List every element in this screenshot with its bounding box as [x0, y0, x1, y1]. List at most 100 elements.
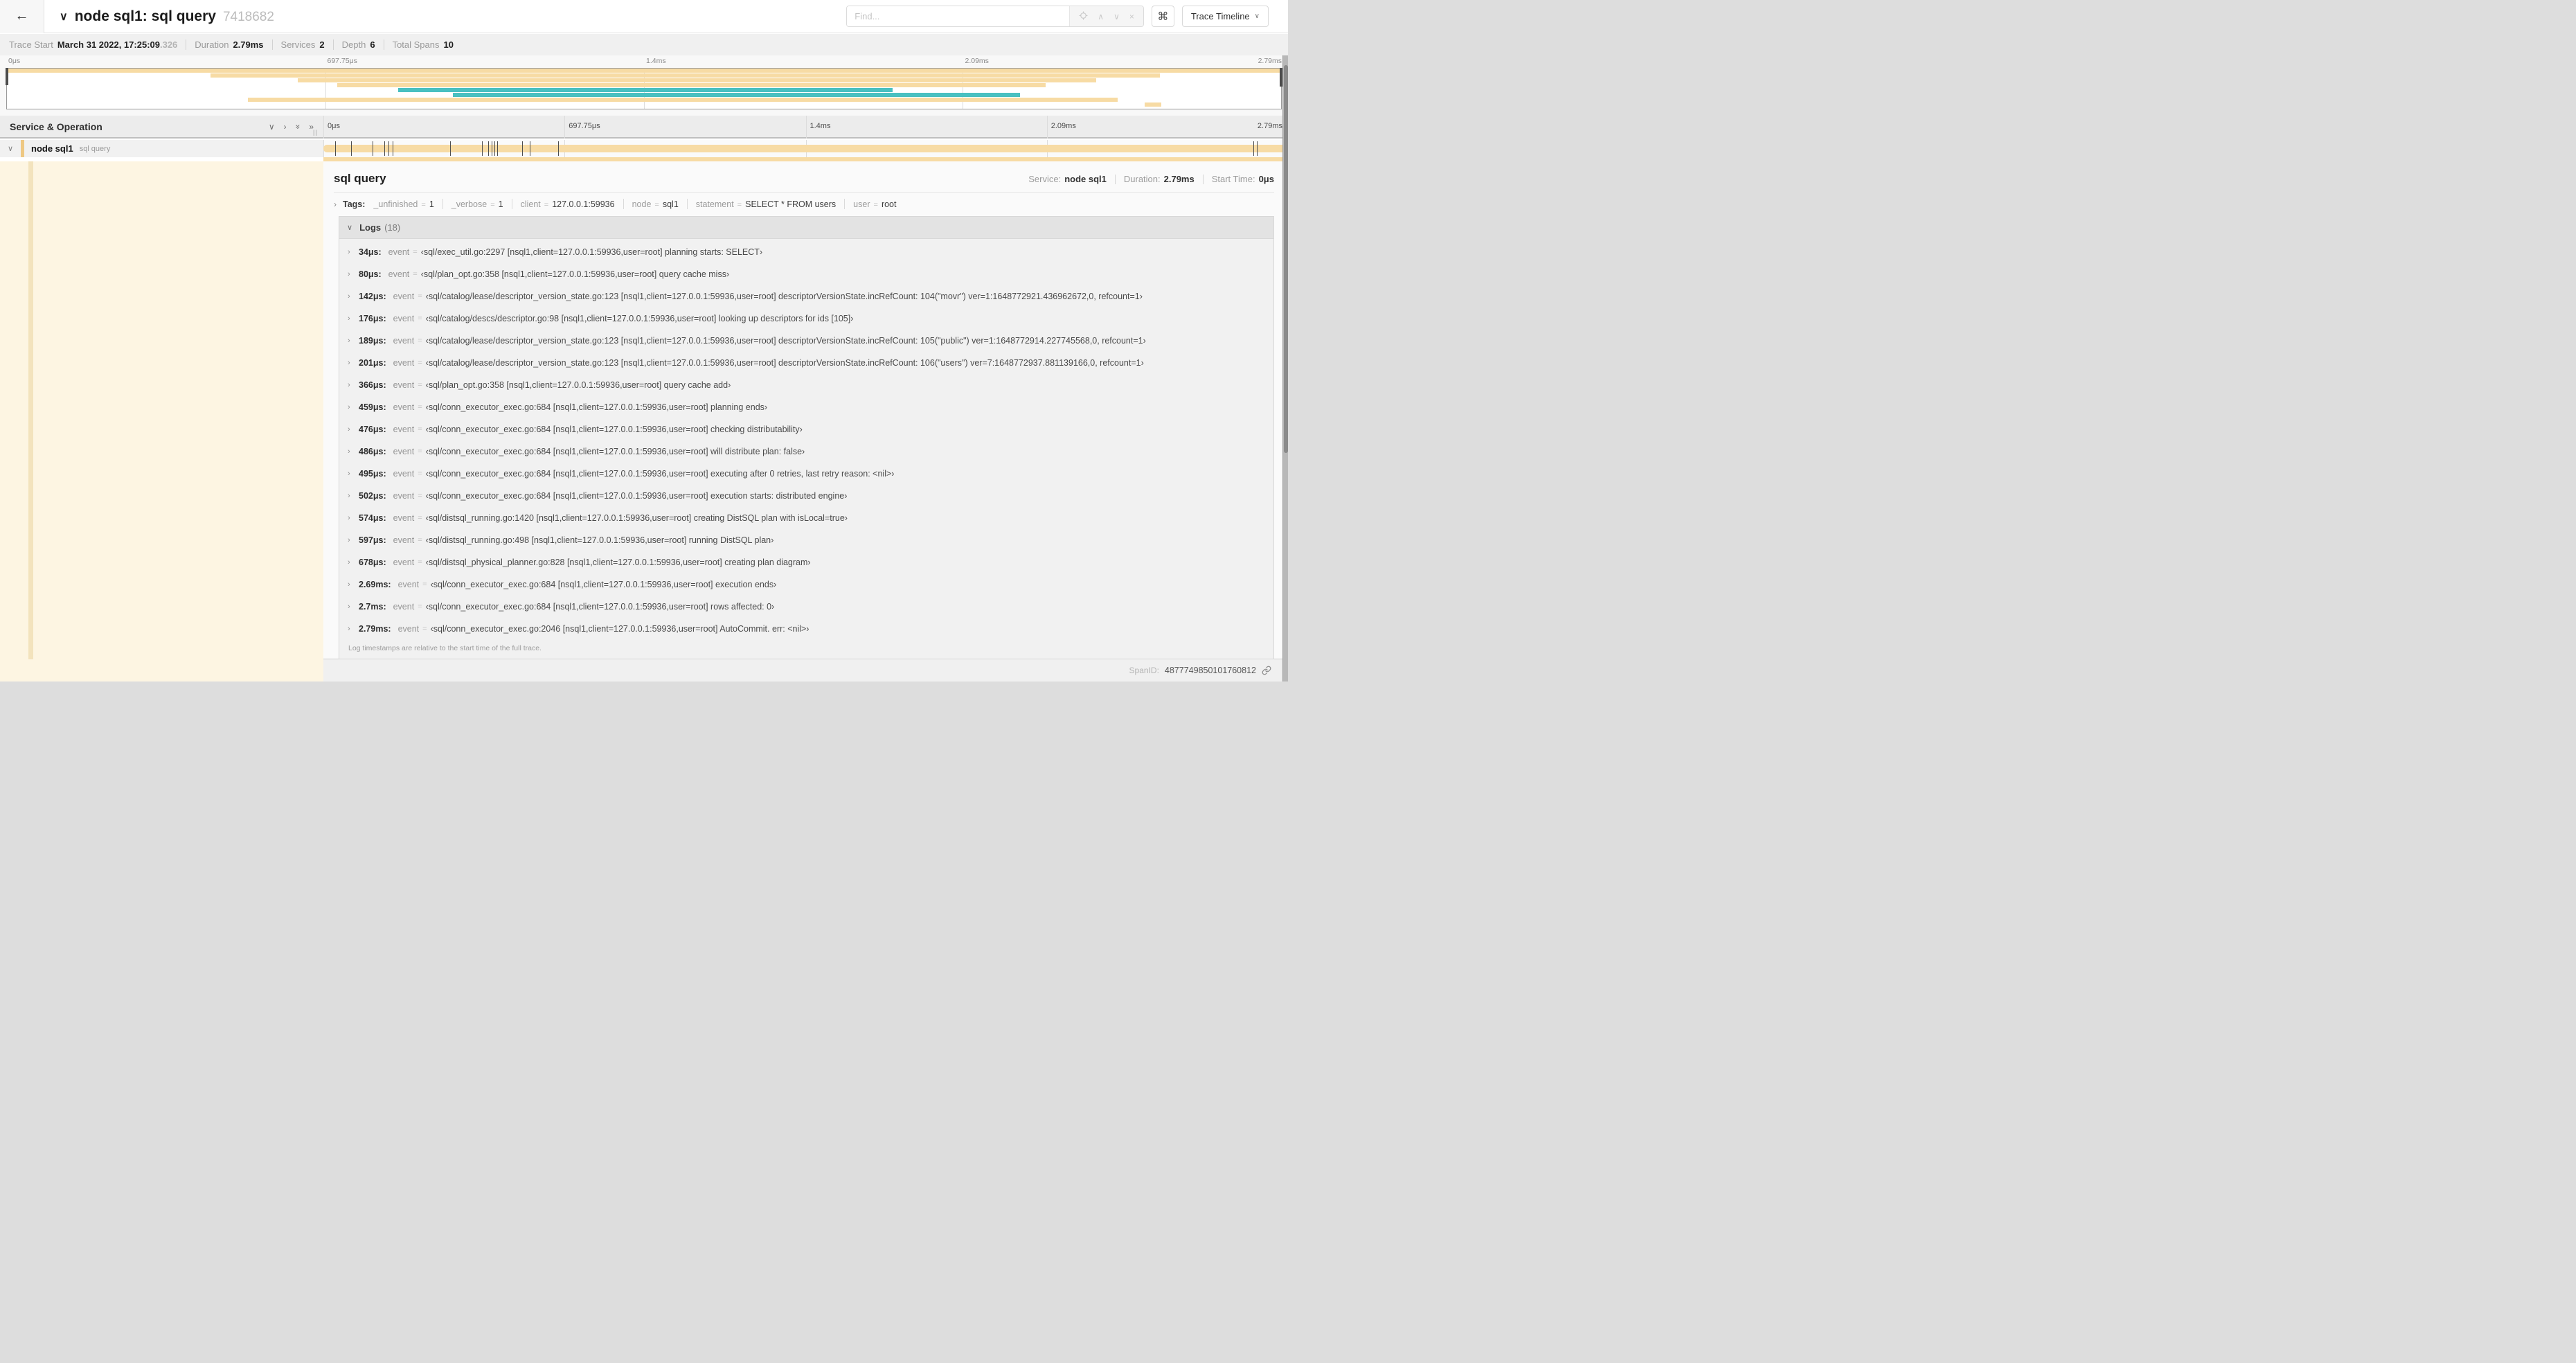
log-field-value: ‹sql/conn_executor_exec.go:684 [nsql1,cl… — [425, 402, 768, 412]
log-entry[interactable]: › 80μs: event = ‹sql/plan_opt.go:358 [nsql1,… — [339, 263, 1273, 285]
logs-header[interactable]: ∨ Logs (18) — [339, 217, 1273, 239]
chevron-right-icon: › — [334, 199, 337, 209]
log-timestamp: 574μs: — [359, 513, 386, 523]
chevron-right-icon: › — [348, 381, 350, 389]
back-button[interactable]: ← — [0, 0, 44, 33]
deep-link-icon[interactable] — [1262, 666, 1271, 675]
log-entry[interactable]: › 502μs: event = ‹sql/conn_executor_exec.go:… — [339, 485, 1273, 507]
chevron-right-icon: › — [348, 425, 350, 434]
log-entry[interactable]: › 597μs: event = ‹sql/distsql_running.go:498… — [339, 529, 1273, 551]
collapse-trace-icon[interactable]: ∨ — [60, 10, 68, 24]
find-input[interactable] — [847, 6, 1070, 26]
log-field-key: event — [397, 624, 420, 634]
log-field-value: ‹sql/plan_opt.go:358 [nsql1,client=127.0… — [425, 380, 731, 390]
tag-separator — [623, 199, 624, 209]
clear-find-icon[interactable]: × — [1129, 12, 1134, 21]
log-field-value: ‹sql/catalog/descs/descriptor.go:98 [nsq… — [425, 314, 854, 323]
log-entry[interactable]: › 34μs: event = ‹sql/exec_util.go:2297 [nsql… — [339, 241, 1273, 263]
summary-separator — [332, 39, 334, 50]
minimap-span-row — [7, 69, 1281, 73]
view-selector-button[interactable]: Trace Timeline ∨ — [1181, 6, 1269, 27]
ruler-tick-label: 697.75μs — [569, 122, 600, 130]
column-resize-grip[interactable]: || — [313, 129, 318, 136]
log-tick — [497, 141, 498, 156]
span-operation-title: sql query — [334, 172, 386, 185]
chevron-right-icon: › — [348, 337, 350, 345]
log-entry[interactable]: › 189μs: event = ‹sql/catalog/lease/descript… — [339, 330, 1273, 352]
minimap-canvas[interactable] — [6, 68, 1282, 109]
vertical-scrollbar[interactable] — [1282, 55, 1288, 682]
top-bar-actions: ∧ ∨ × ⌘ Trace Timeline ∨ — [846, 6, 1269, 27]
log-field-key: event — [393, 336, 415, 346]
service-color-accent — [21, 140, 24, 157]
tag-separator — [686, 199, 688, 209]
summary-separator — [271, 39, 273, 50]
log-entry[interactable]: › 459μs: event = ‹sql/conn_executor_exec.go:… — [339, 396, 1273, 418]
operation-name: sql query — [79, 144, 111, 153]
chevron-right-icon: › — [348, 625, 350, 633]
log-field-key: event — [393, 425, 415, 434]
summary-item-value: 6 — [370, 39, 375, 50]
span-row: ∨ node sql1 sql query — [0, 140, 1288, 157]
log-field-key: event — [393, 314, 415, 323]
log-field-value: ‹sql/plan_opt.go:358 [nsql1,client=127.0… — [420, 269, 730, 279]
ruler-tick-label: 697.75μs — [327, 57, 357, 65]
tag-key: _verbose — [451, 199, 488, 209]
prev-match-icon[interactable]: ∧ — [1098, 12, 1104, 21]
log-entry[interactable]: › 476μs: event = ‹sql/conn_executor_exec.go:… — [339, 418, 1273, 440]
log-timestamp: 495μs: — [359, 469, 386, 479]
bottom-left-fill — [0, 659, 323, 682]
log-entry[interactable]: › 176μs: event = ‹sql/catalog/descs/descript… — [339, 308, 1273, 330]
log-entry[interactable]: › 142μs: event = ‹sql/catalog/lease/descript… — [339, 285, 1273, 308]
log-field-value: ‹sql/distsql_running.go:1420 [nsql1,clie… — [425, 513, 848, 523]
log-entry[interactable]: › 201μs: event = ‹sql/catalog/lease/descript… — [339, 352, 1273, 374]
log-timestamp: 459μs: — [359, 402, 386, 412]
service-name: node sql1 — [31, 143, 73, 154]
tags-label: Tags: — [343, 199, 366, 209]
tag-value: SELECT * FROM users — [745, 199, 837, 209]
expand-one-icon[interactable]: › — [284, 123, 287, 131]
collapse-all-icon[interactable]: » — [293, 124, 303, 129]
keyboard-shortcuts-button[interactable]: ⌘ — [1151, 6, 1174, 27]
span-detail-meta: Service: node sql1 Duration: 2.79ms Start … — [1028, 174, 1274, 184]
span-name-cell[interactable]: ∨ node sql1 sql query — [0, 140, 323, 157]
log-entry[interactable]: › 2.7ms: event = ‹sql/conn_executor_exec.go:… — [339, 596, 1273, 618]
log-tick — [350, 141, 352, 156]
log-timestamp: 142μs: — [359, 292, 386, 301]
summary-item-value: 2.79ms — [233, 39, 264, 50]
log-entry[interactable]: › 366μs: event = ‹sql/plan_opt.go:358 [nsql1… — [339, 374, 1273, 396]
minimap-left-drag-handle[interactable] — [6, 68, 8, 85]
collapse-one-icon[interactable]: ∨ — [269, 123, 275, 131]
log-entry[interactable]: › 495μs: event = ‹sql/conn_executor_exec.go:… — [339, 463, 1273, 485]
minimap-span-rows — [7, 69, 1281, 109]
scrollbar-thumb[interactable] — [1284, 65, 1288, 453]
equals-sign: = — [873, 200, 878, 209]
service-operation-header: Service & Operation ∨ › » » — [0, 116, 323, 137]
equals-sign: = — [544, 200, 549, 209]
tag: _verbose = 1 — [451, 199, 503, 209]
log-entry[interactable]: › 574μs: event = ‹sql/distsql_running.go:142… — [339, 507, 1273, 529]
log-timestamp: 2.79ms: — [359, 624, 391, 634]
next-match-icon[interactable]: ∨ — [1113, 12, 1120, 21]
log-entry[interactable]: › 486μs: event = ‹sql/conn_executor_exec.go:… — [339, 440, 1273, 463]
log-entry[interactable]: › 2.79ms: event = ‹sql/conn_executor_exec.go… — [339, 618, 1273, 640]
equals-sign: = — [418, 447, 422, 456]
log-field-key: event — [393, 558, 415, 567]
log-tick — [482, 141, 483, 156]
span-track[interactable] — [323, 140, 1288, 157]
minimap-span-row — [7, 103, 1281, 107]
span-duration-bar[interactable] — [323, 145, 1288, 152]
log-field-value: ‹sql/distsql_physical_planner.go:828 [ns… — [425, 558, 811, 567]
chevron-down-icon[interactable]: ∨ — [0, 144, 21, 153]
ruler-tick-label: 2.09ms — [965, 57, 989, 65]
log-entry[interactable]: › 2.69ms: event = ‹sql/conn_executor_exec.go… — [339, 573, 1273, 596]
tag: client = 127.0.0.1:59936 — [521, 199, 615, 209]
chevron-right-icon: › — [348, 558, 350, 567]
log-field-value: ‹sql/conn_executor_exec.go:2046 [nsql1,c… — [430, 624, 810, 634]
locate-icon[interactable] — [1079, 11, 1088, 21]
tags-accordion[interactable]: › Tags: _unfinished = 1 _verbose = 1 client = 12… — [323, 193, 1288, 215]
tag-value: 1 — [498, 199, 503, 209]
equals-sign: = — [490, 200, 495, 209]
tag-key: user — [853, 199, 870, 209]
log-entry[interactable]: › 678μs: event = ‹sql/distsql_physical_plann… — [339, 551, 1273, 573]
